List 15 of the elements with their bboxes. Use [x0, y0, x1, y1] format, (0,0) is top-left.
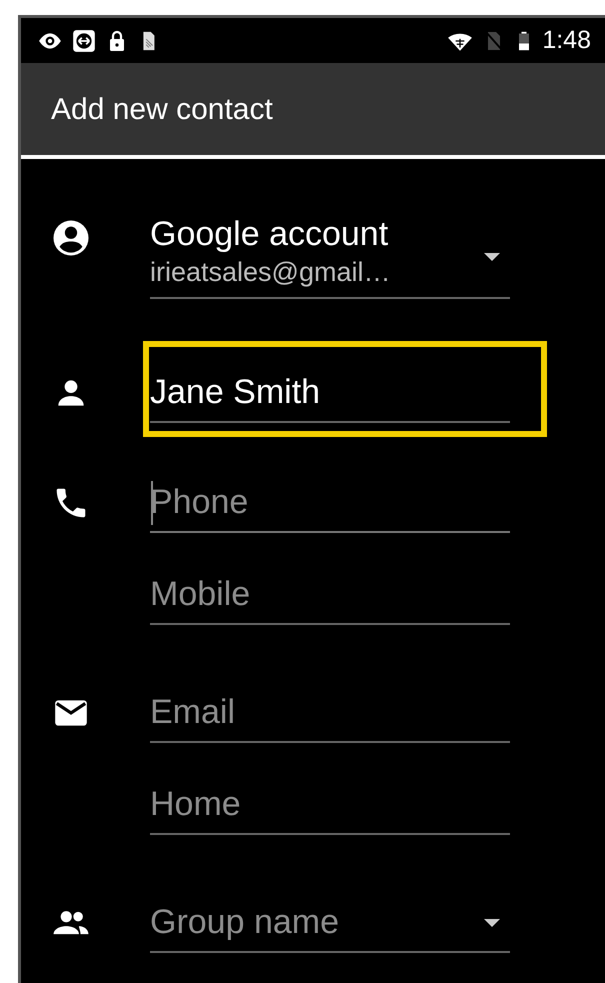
screen-title: Add new contact — [51, 92, 273, 128]
input-field[interactable]: Jane Smith — [150, 363, 510, 423]
input-field[interactable]: Mobile — [150, 565, 510, 625]
account-email: irieatsales@gmail… — [150, 256, 392, 289]
account-selector[interactable]: Google account irieatsales@gmail… — [150, 213, 510, 299]
status-time: 1:48 — [542, 24, 591, 56]
input-field[interactable]: Email — [150, 683, 510, 743]
text-cursor — [151, 481, 153, 525]
caret-icon — [484, 253, 500, 261]
remote-control-icon — [71, 28, 97, 54]
caret-icon — [484, 919, 500, 927]
account-type: Google account — [150, 214, 390, 255]
group-dropdown[interactable]: Group name — [150, 893, 510, 953]
input-field[interactable]: Phone — [150, 473, 510, 533]
input-field[interactable]: Home — [150, 775, 510, 835]
